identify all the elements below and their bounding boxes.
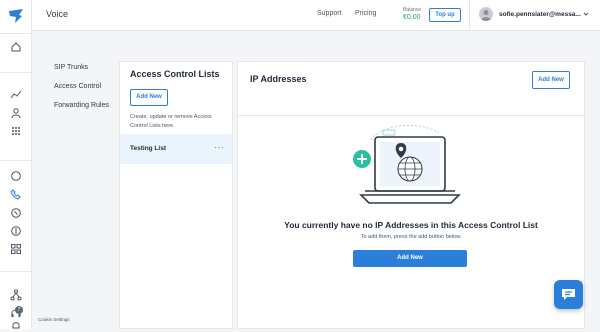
balance-value: €0.00 [403, 14, 421, 21]
empty-state-subtitle: To add them, press the add button below. [360, 234, 462, 240]
acl-panel-title: Access Control Lists [130, 69, 220, 79]
subnav-item-forwarding-rules[interactable]: Forwarding Rules [54, 102, 109, 109]
messagebird-logo[interactable] [7, 8, 25, 24]
top-up-button[interactable]: Top up [429, 8, 461, 22]
analytics-icon[interactable] [10, 88, 22, 100]
access-control-lists-panel: Access Control Lists Add New Create, upd… [119, 61, 233, 329]
contacts-icon[interactable] [10, 107, 22, 119]
ip-panel-title: IP Addresses [250, 74, 307, 84]
panel-divider [238, 115, 584, 116]
add-new-ip-button[interactable]: Add New [353, 250, 467, 267]
flow-icon[interactable] [10, 289, 22, 301]
user-email[interactable]: sofie.pennslater@messa... [499, 11, 581, 18]
balance-label: Balance [403, 7, 422, 13]
rail-divider [0, 271, 32, 272]
chat-widget-button[interactable] [554, 280, 583, 309]
left-rail: 7 [0, 0, 32, 329]
notifications-icon[interactable] [10, 320, 22, 332]
subnav-item-sip-trunks[interactable]: SIP Trunks [54, 64, 88, 71]
avatar[interactable] [479, 7, 493, 21]
subnav-item-access-control[interactable]: Access Control [54, 83, 101, 90]
chat-bubble-icon [562, 289, 575, 300]
acl-description: Create, update or remove Access Control … [130, 114, 212, 129]
empty-state-title: You currently have no IP Addresses in th… [284, 220, 538, 230]
list-item-name: Testing List [130, 145, 166, 152]
integrations-icon[interactable] [10, 243, 22, 255]
add-ip-button[interactable]: Add New [532, 71, 570, 89]
ip-addresses-panel: IP Addresses Add New You currently have … [237, 61, 585, 329]
add-acl-button[interactable]: Add New [130, 89, 168, 106]
pricing-link[interactable]: Pricing [355, 10, 376, 17]
home-icon[interactable] [10, 41, 22, 53]
page-title: Voice [46, 9, 69, 19]
rail-divider [0, 33, 32, 34]
billing-icon[interactable] [10, 225, 22, 237]
whatsapp-icon[interactable] [10, 207, 22, 219]
apps-icon[interactable] [10, 125, 22, 137]
top-bar: Voice Support Pricing Balance €0.00 Top … [32, 0, 600, 31]
cookie-settings-link[interactable]: Cookie Settings [38, 317, 70, 322]
chevron-down-icon[interactable] [583, 11, 589, 19]
empty-state-illustration [349, 124, 469, 220]
list-item[interactable]: Testing List ··· [120, 134, 232, 164]
support-link[interactable]: Support [317, 10, 342, 17]
voice-icon[interactable] [10, 188, 22, 200]
rail-divider [0, 72, 32, 73]
rail-divider [0, 160, 32, 161]
topbar-divider [469, 0, 470, 31]
more-options-icon[interactable]: ··· [214, 142, 225, 152]
chat-icon[interactable] [10, 170, 22, 182]
notification-badge: 7 [15, 306, 23, 314]
